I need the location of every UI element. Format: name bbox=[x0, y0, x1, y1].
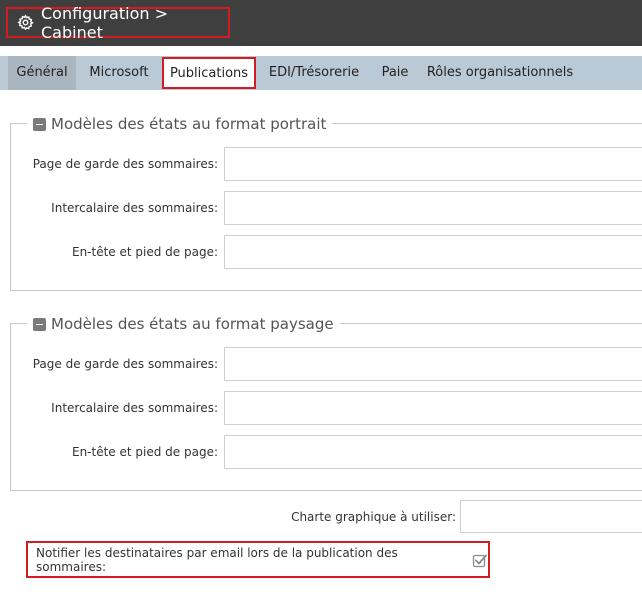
page-title-text: Configuration > Cabinet bbox=[41, 3, 168, 42]
portrait-cover-label: Page de garde des sommaires: bbox=[32, 157, 218, 171]
notify-row: Notifier les destinataires par email lor… bbox=[26, 541, 490, 578]
tab-publications[interactable]: Publications bbox=[162, 57, 256, 89]
tab-general[interactable]: Général bbox=[8, 56, 76, 90]
portrait-header-footer-label: En-tête et pied de page: bbox=[71, 245, 218, 259]
portrait-insert-label: Intercalaire des sommaires: bbox=[51, 201, 218, 215]
portrait-header-footer-field[interactable] bbox=[224, 235, 642, 269]
paysage-cover-field[interactable] bbox=[224, 347, 642, 381]
charte-label: Charte graphique à utiliser: bbox=[291, 510, 456, 524]
paysage-insert-label: Intercalaire des sommaires: bbox=[51, 401, 218, 415]
gear-icon bbox=[17, 14, 34, 31]
collapse-icon[interactable] bbox=[33, 317, 46, 331]
tab-microsoft[interactable]: Microsoft bbox=[82, 56, 156, 90]
paysage-cover-label: Page de garde des sommaires: bbox=[32, 357, 218, 371]
paysage-insert-field[interactable] bbox=[224, 391, 642, 425]
paysage-header-footer-field[interactable] bbox=[224, 435, 642, 469]
tab-edi-tresorerie[interactable]: EDI/Trésorerie bbox=[263, 56, 365, 90]
portrait-cover-field[interactable] bbox=[224, 147, 642, 181]
paysage-legend: Modèles des états au format paysage bbox=[27, 313, 340, 335]
paysage-header-footer-label: En-tête et pied de page: bbox=[71, 445, 218, 459]
portrait-legend: Modèles des états au format portrait bbox=[27, 113, 333, 135]
notify-label: Notifier les destinataires par email lor… bbox=[36, 545, 398, 574]
tab-roles-organisationnels[interactable]: Rôles organisationnels bbox=[424, 56, 576, 90]
portrait-insert-field[interactable] bbox=[224, 191, 642, 225]
tab-bar: Général Microsoft Publications EDI/Tréso… bbox=[0, 56, 642, 90]
paysage-legend-label: Modèles des états au format paysage bbox=[51, 315, 334, 333]
collapse-icon[interactable] bbox=[33, 117, 46, 131]
page-title: Configuration > Cabinet bbox=[6, 4, 230, 42]
tab-paie[interactable]: Paie bbox=[374, 56, 416, 90]
portrait-legend-label: Modèles des états au format portrait bbox=[51, 115, 327, 133]
title-bar: Configuration > Cabinet bbox=[0, 0, 642, 46]
charte-field[interactable] bbox=[460, 500, 642, 533]
checkbox-checked-icon[interactable] bbox=[472, 552, 488, 568]
